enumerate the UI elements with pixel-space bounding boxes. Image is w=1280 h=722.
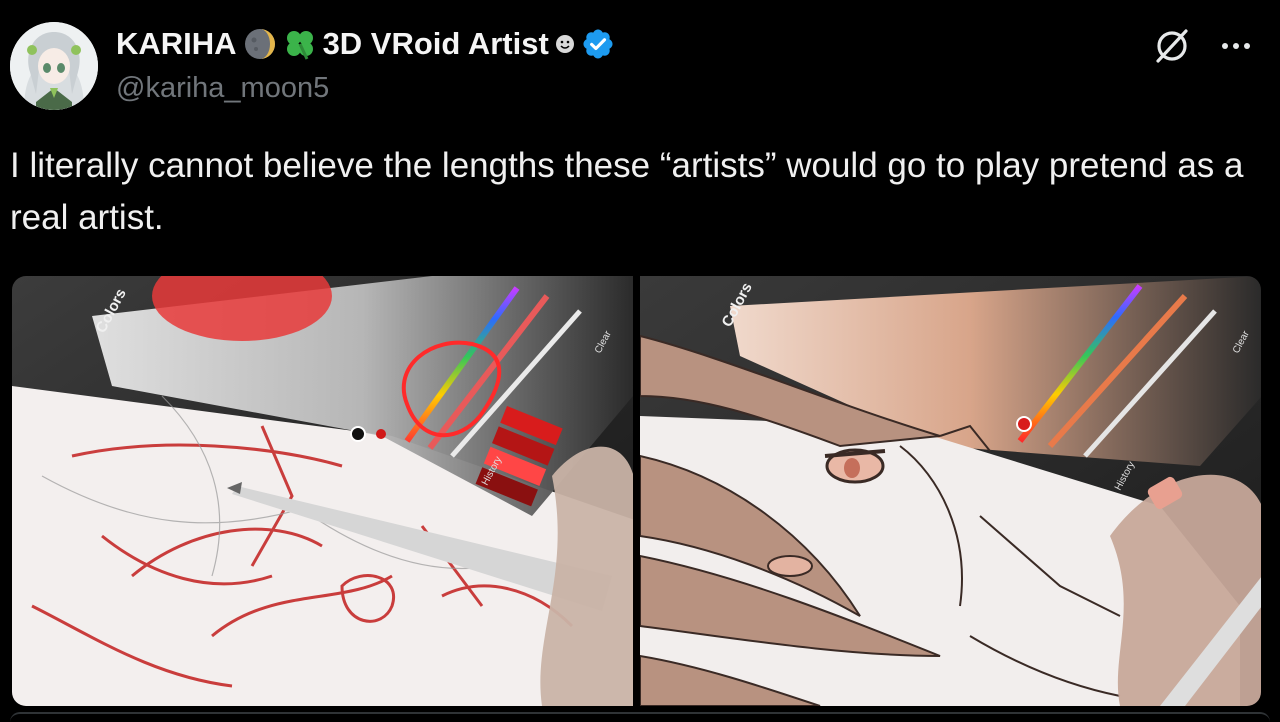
verified-badge-icon[interactable] (581, 27, 615, 61)
tweet-actions-top (1152, 26, 1256, 66)
media-image-right[interactable]: Colors History Clear (639, 276, 1261, 706)
author-name-row[interactable]: KARIHA 3D VRoid Artist (116, 24, 615, 64)
more-icon[interactable] (1216, 26, 1256, 66)
tweet-media[interactable]: Colors History Clear Colors History Clea… (12, 276, 1261, 706)
display-name-suffix[interactable]: 3D VRoid Artist (323, 26, 549, 62)
clover-emoji (283, 27, 317, 61)
media-image-left[interactable]: Colors History Clear (12, 276, 634, 706)
avatar[interactable] (10, 22, 98, 110)
author-handle[interactable]: @kariha_moon5 (116, 72, 329, 105)
grok-icon[interactable] (1152, 26, 1192, 66)
smiley-emoji (555, 34, 575, 54)
display-name[interactable]: KARIHA (116, 26, 237, 62)
tweet-divider (10, 712, 1270, 722)
avatar-image (10, 22, 98, 110)
tweet-text: I literally cannot believe the lengths t… (10, 146, 1244, 237)
moon-emoji (243, 27, 277, 61)
